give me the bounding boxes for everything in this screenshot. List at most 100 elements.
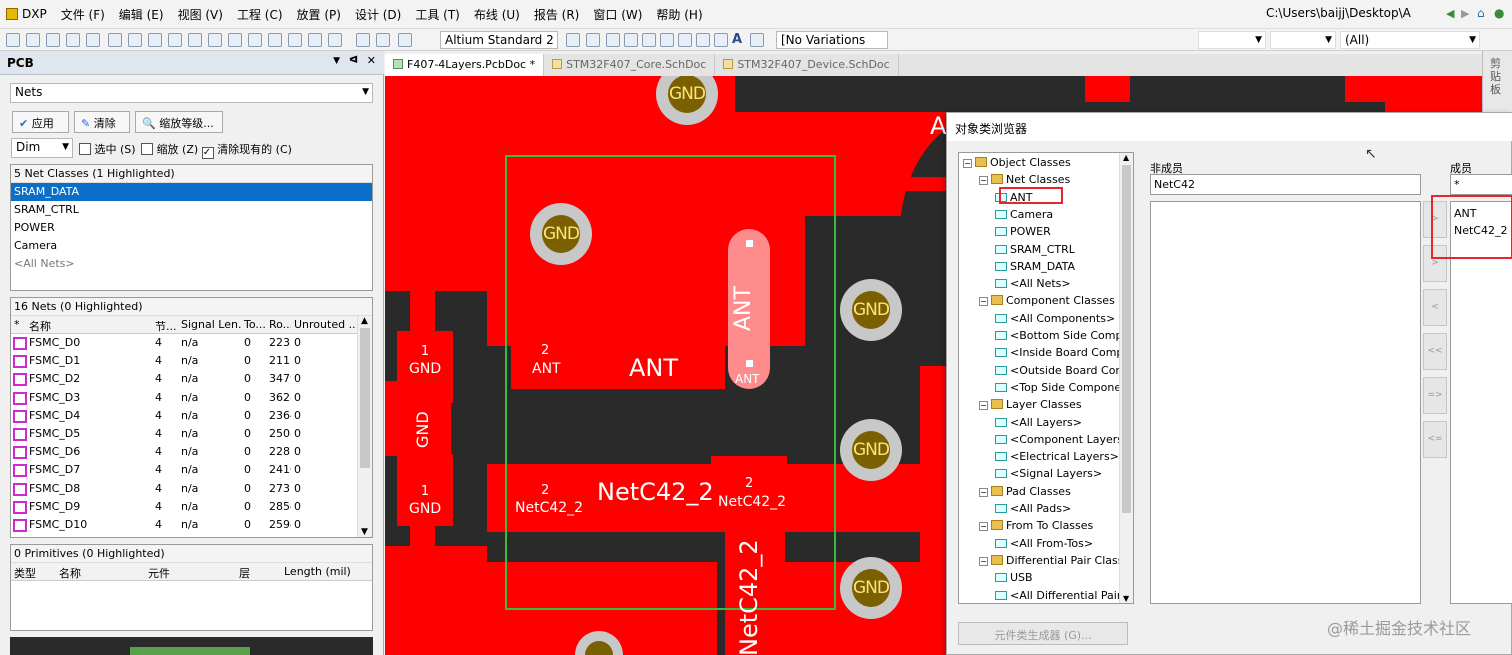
zoom-selected-icon[interactable]	[168, 33, 182, 47]
tree-item[interactable]: <Electrical Layers>	[995, 448, 1119, 465]
scroll-up-icon[interactable]: ▲	[1123, 153, 1129, 162]
net-row[interactable]: FSMC_D74n/a024100	[11, 461, 372, 479]
menu-route[interactable]: 布线 (U)	[467, 6, 527, 23]
interactive-route-icon[interactable]	[566, 33, 580, 47]
collapse-icon[interactable]: −	[979, 297, 988, 307]
net-row[interactable]: FSMC_D24n/a034790	[11, 370, 372, 388]
menu-view[interactable]: 视图 (V)	[171, 6, 230, 23]
copy-icon[interactable]	[228, 33, 242, 47]
place-component-icon[interactable]	[750, 33, 764, 47]
net-color-swatch[interactable]	[13, 409, 27, 423]
remove-selected-button[interactable]: <	[1423, 289, 1447, 326]
net-color-swatch[interactable]	[13, 391, 27, 405]
close-icon[interactable]: ✕	[367, 54, 376, 67]
col-prim-name[interactable]: 名称	[59, 565, 81, 581]
filter-dropdown-2[interactable]: ▼	[1270, 31, 1336, 49]
clear-button[interactable]: ✎ 清除	[74, 111, 130, 133]
clear-existing-checkbox[interactable]: ✓	[201, 147, 214, 159]
tree-item[interactable]: <Signal Layers>	[995, 465, 1102, 482]
multi-route-icon[interactable]	[606, 33, 620, 47]
members-list[interactable]: ANT NetC42_2	[1450, 201, 1512, 604]
place-arc-icon[interactable]	[624, 33, 638, 47]
tree-item[interactable]: <Outside Board Con	[995, 362, 1122, 379]
tree-item[interactable]: USB	[995, 569, 1033, 586]
tree-folder[interactable]: − Pad Classes	[979, 483, 1071, 500]
net-color-swatch[interactable]	[13, 464, 27, 478]
zoom-checkbox[interactable]	[141, 143, 154, 155]
place-string-icon[interactable]: A	[732, 32, 742, 47]
redo-icon[interactable]	[376, 33, 390, 47]
place-pad-icon[interactable]	[642, 33, 656, 47]
tree-item[interactable]: <All From-Tos>	[995, 535, 1093, 552]
net-class-item[interactable]: <All Nets>	[11, 255, 372, 273]
zoom-area-icon[interactable]	[148, 33, 162, 47]
remove-filtered-button[interactable]: <=	[1423, 421, 1447, 458]
tree-item[interactable]: <All Differential Pairs	[995, 587, 1127, 604]
tree-scrollbar[interactable]: ▲ ▼	[1119, 153, 1133, 603]
nav-back-icon[interactable]: ◀	[1446, 7, 1454, 20]
menu-design[interactable]: 设计 (D)	[348, 6, 408, 23]
variations-dropdown[interactable]: [No Variations	[776, 31, 888, 49]
cross-probe-icon[interactable]	[398, 33, 412, 47]
col-length[interactable]: Length (mil)	[284, 565, 351, 578]
collapse-icon[interactable]: −	[979, 401, 988, 411]
tree-item[interactable]: SRAM_DATA	[995, 258, 1075, 275]
scroll-up-icon[interactable]: ▲	[361, 316, 368, 326]
zoom-filtered-icon[interactable]	[188, 33, 202, 47]
menu-reports[interactable]: 报告 (R)	[527, 6, 587, 23]
col-nodes[interactable]: 节...	[155, 318, 179, 334]
col-signal-length[interactable]: Signal Len...	[181, 318, 241, 331]
zoom-level-button[interactable]: 🔍 缩放等级...	[135, 111, 223, 133]
nav-forward-icon[interactable]: ▶	[1461, 7, 1469, 20]
collapse-icon[interactable]: −	[979, 176, 988, 186]
new-doc-icon[interactable]	[6, 33, 20, 47]
net-row[interactable]: FSMC_D104n/a025940	[11, 516, 372, 534]
tree-item[interactable]: <All Nets>	[995, 275, 1071, 292]
net-color-swatch[interactable]	[13, 500, 27, 514]
collapse-icon[interactable]: −	[979, 487, 988, 497]
col-star[interactable]: *	[14, 318, 20, 331]
move-icon[interactable]	[308, 33, 322, 47]
net-color-swatch[interactable]	[13, 446, 27, 460]
net-class-item[interactable]: SRAM_DATA	[11, 183, 372, 201]
collapse-icon[interactable]: −	[979, 556, 988, 566]
select-checkbox[interactable]	[79, 143, 91, 155]
col-layer[interactable]: 层	[239, 565, 250, 581]
tree-item[interactable]: Camera	[995, 206, 1053, 223]
paste-icon[interactable]	[248, 33, 262, 47]
net-row[interactable]: FSMC_D94n/a028540	[11, 498, 372, 516]
tree-item[interactable]: <Inside Board Comp	[995, 344, 1123, 361]
menu-window[interactable]: 窗口 (W)	[586, 6, 649, 23]
place-polygon-icon[interactable]	[714, 33, 728, 47]
cut-icon[interactable]	[208, 33, 222, 47]
dim-dropdown[interactable]: Dim ▼	[11, 138, 73, 158]
remove-all-button[interactable]: <<	[1423, 333, 1447, 370]
place-via-icon[interactable]	[660, 33, 674, 47]
tab-core-schdoc[interactable]: STM32F407_Core.SchDoc	[544, 54, 716, 76]
net-color-swatch[interactable]	[13, 518, 27, 532]
menu-tools[interactable]: 工具 (T)	[408, 6, 467, 23]
tree-item[interactable]: <Top Side Compone	[995, 379, 1121, 396]
more-icon[interactable]: ●	[1494, 6, 1504, 20]
net-class-item[interactable]: SRAM_CTRL	[11, 201, 372, 219]
col-name[interactable]: 名称	[29, 318, 153, 334]
menu-project[interactable]: 工程 (C)	[230, 6, 290, 23]
tree-folder[interactable]: − Differential Pair Classes	[979, 552, 1133, 569]
net-row[interactable]: FSMC_D84n/a027310	[11, 480, 372, 498]
select-area-icon[interactable]	[288, 33, 302, 47]
non-members-list[interactable]	[1150, 201, 1421, 604]
net-row[interactable]: FSMC_D44n/a023640	[11, 407, 372, 425]
menu-edit[interactable]: 编辑 (E)	[112, 6, 171, 23]
clipboard-tab[interactable]: 剪贴板	[1490, 57, 1506, 96]
tree-folder[interactable]: − Net Classes	[979, 171, 1070, 188]
net-row[interactable]: FSMC_D34n/a036280	[11, 389, 372, 407]
members-filter-input[interactable]: *	[1450, 174, 1512, 195]
gnd-via[interactable]: GND	[530, 203, 592, 265]
scroll-down-icon[interactable]: ▼	[361, 527, 368, 537]
col-type[interactable]: 类型	[14, 565, 36, 581]
col-routed[interactable]: Ro...	[269, 318, 291, 331]
tree-folder[interactable]: − Component Classes	[979, 292, 1115, 309]
collapse-icon[interactable]: −	[979, 522, 988, 532]
net-row[interactable]: FSMC_D54n/a025080	[11, 425, 372, 443]
rubber-stamp-icon[interactable]	[268, 33, 282, 47]
